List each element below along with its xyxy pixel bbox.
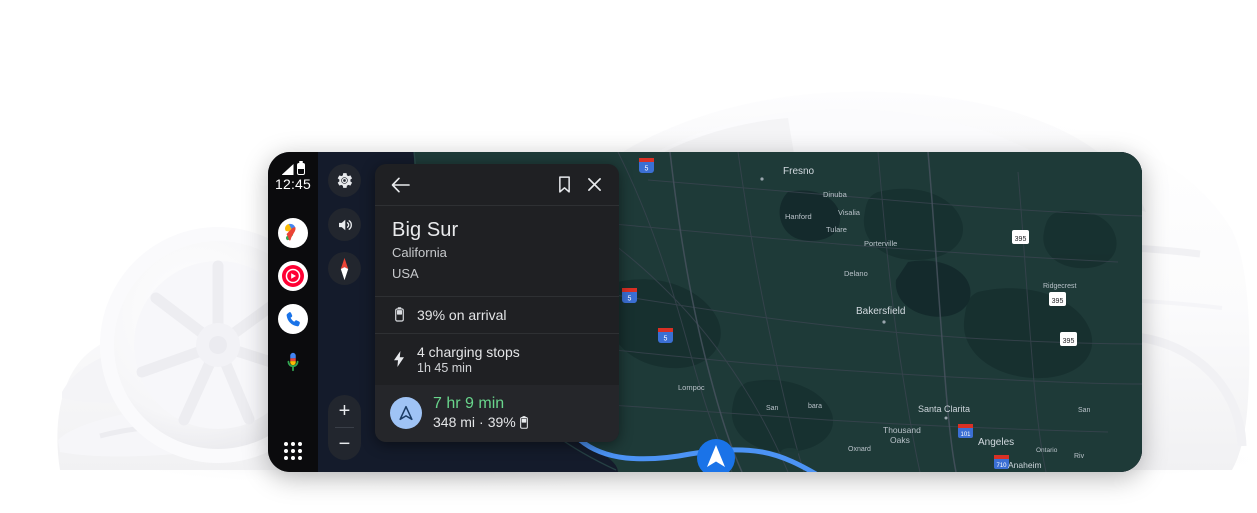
svg-text:101: 101 [960,432,971,438]
charging-stops-block: 4 charging stops 1h 45 min [417,344,520,375]
compass-icon [340,257,349,280]
eta-battery: 39% [487,413,516,430]
svg-text:Fresno: Fresno [783,166,815,177]
battery-icon [296,163,305,175]
gear-icon [337,173,352,188]
svg-text:5: 5 [645,166,649,173]
google-maps-icon [285,223,296,241]
app-icon-google-maps[interactable] [278,218,308,248]
svg-text:Ridgecrest: Ridgecrest [1043,283,1077,290]
rail-app-list [278,218,308,377]
svg-text:395: 395 [1015,236,1027,243]
bolt-icon [392,351,406,368]
status-bar [281,162,305,175]
place-country: USA [392,265,419,281]
place-name: Big Sur [392,219,459,241]
svg-text:Tulare: Tulare [826,225,847,234]
place-block: Big Sur California USA [375,206,619,296]
map-stage: 5 5 5 5 [318,152,1142,472]
svg-text:Angeles: Angeles [978,437,1014,448]
zoom-in-button[interactable]: + [328,395,361,427]
navigation-arrow-icon [390,396,422,429]
svg-text:Bakersfield: Bakersfield [856,306,905,317]
place-region: California [392,245,447,260]
close-icon[interactable] [584,175,604,195]
battery-icon [519,416,528,429]
svg-text:bara: bara [808,403,822,410]
svg-text:710: 710 [996,463,1007,469]
battery-on-arrival-text: 39% on arrival [417,306,507,323]
svg-text:Riv: Riv [1074,453,1085,460]
svg-text:Thousand: Thousand [883,425,921,435]
svg-text:Visalia: Visalia [838,208,861,217]
map-control-column [328,164,361,285]
svg-text:5: 5 [628,296,632,303]
svg-text:Santa Clarita: Santa Clarita [918,404,970,414]
app-icon-phone[interactable] [278,304,308,334]
microphone-icon [287,352,299,372]
svg-text:Ontario: Ontario [1036,447,1058,454]
svg-text:Hanford: Hanford [785,212,812,221]
destination-card: Big Sur California USA 39% on arrival 4 … [375,164,619,443]
svg-text:Porterville: Porterville [864,239,897,248]
svg-text:5: 5 [664,336,668,343]
svg-text:395: 395 [1063,338,1075,345]
app-grid-icon[interactable] [284,442,302,460]
eta-text-block: 7 hr 9 min 348 mi · 39% [433,394,528,432]
app-icon-youtube-music[interactable] [278,261,308,291]
youtube-music-icon [282,265,304,287]
row-charging-stops[interactable]: 4 charging stops 1h 45 min [375,334,619,385]
status-clock: 12:45 [274,176,312,192]
zoom-out-button[interactable]: − [328,428,361,460]
eta-distance: 348 mi [433,413,476,430]
speaker-icon [338,219,352,230]
eta-details: 348 mi · 39% [433,414,528,432]
map-zoom-control: + − [328,395,361,460]
phone-icon [286,311,300,326]
car-head-unit-screen: 12:45 5 5 5 395 395 395 101 710 Fresno D… [268,152,1142,472]
charging-stops-text: 4 charging stops [417,343,520,360]
svg-text:395: 395 [1052,298,1064,305]
svg-text:San: San [766,405,779,412]
svg-text:Oaks: Oaks [890,435,910,445]
eta-duration: 7 hr 9 min [433,394,505,412]
compass-button[interactable] [328,252,361,285]
eta-bar[interactable]: 7 hr 9 min 348 mi · 39% [375,384,619,443]
svg-text:Lompoc: Lompoc [678,383,705,392]
bookmark-icon[interactable] [554,175,574,195]
svg-text:Delano: Delano [844,269,868,278]
svg-text:Dinuba: Dinuba [823,190,848,199]
row-battery-on-arrival[interactable]: 39% on arrival [375,297,619,333]
battery-icon [392,307,406,322]
launcher-rail: 12:45 [268,152,318,472]
svg-text:San: San [1078,407,1091,414]
signal-bars-icon [281,164,294,175]
app-icon-assistant-mic[interactable] [278,347,308,377]
settings-button[interactable] [328,164,361,197]
card-header [375,164,619,205]
back-arrow-icon[interactable] [390,175,410,195]
svg-text:Oxnard: Oxnard [848,446,871,453]
eta-separator: · [479,413,484,430]
svg-text:Anaheim: Anaheim [1008,460,1042,470]
vehicle-position-arrow [697,439,735,472]
charging-stops-duration: 1h 45 min [417,360,472,375]
volume-button[interactable] [328,208,361,241]
